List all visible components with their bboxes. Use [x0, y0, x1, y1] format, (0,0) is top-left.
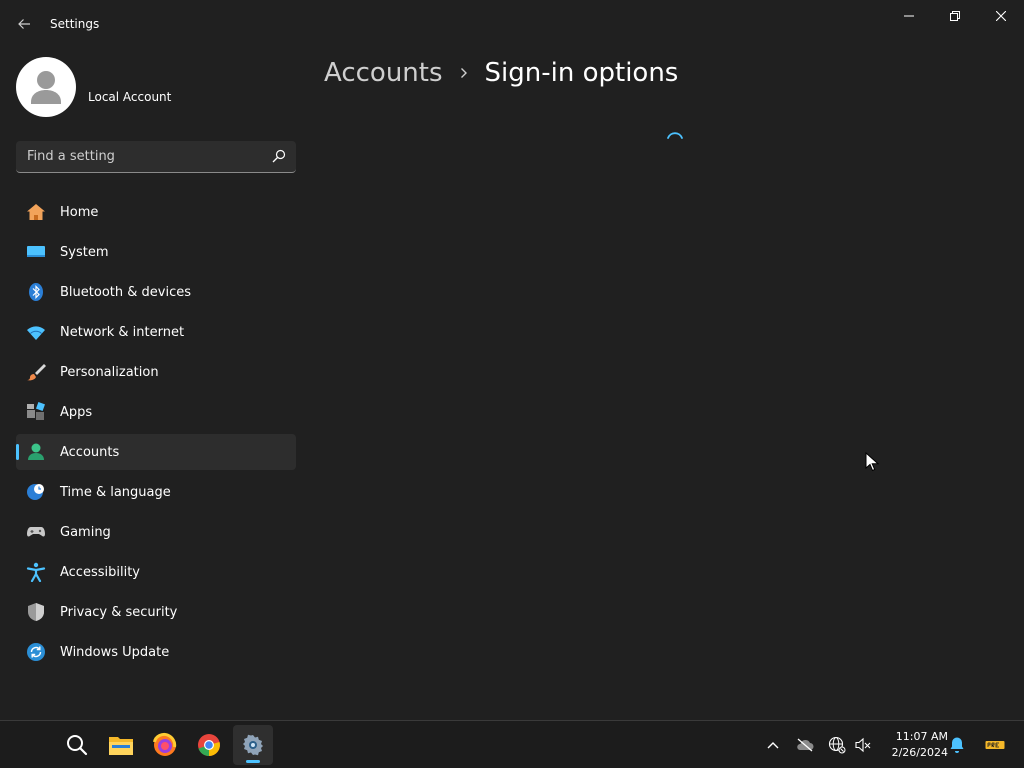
sidebar-item-label: Accessibility: [60, 564, 140, 580]
sidebar: Local Account Home System Bluetooth & de…: [0, 48, 312, 720]
accounts-icon: [26, 442, 46, 462]
wifi-icon: [26, 322, 46, 342]
sidebar-item-personalization[interactable]: Personalization: [16, 354, 296, 390]
page-title: Sign-in options: [484, 58, 679, 88]
update-icon: [26, 642, 46, 662]
sidebar-item-label: Network & internet: [60, 324, 185, 340]
restore-icon: [950, 11, 960, 21]
sidebar-item-accessibility[interactable]: Accessibility: [16, 554, 296, 590]
sidebar-item-label: Privacy & security: [60, 604, 178, 620]
sidebar-item-label: Time & language: [60, 484, 171, 500]
preview-build-badge[interactable]: [984, 721, 1006, 768]
minimize-button[interactable]: [886, 0, 932, 32]
sidebar-item-system[interactable]: System: [16, 234, 296, 270]
sidebar-item-network[interactable]: Network & internet: [16, 314, 296, 350]
taskbar-firefox[interactable]: [145, 725, 185, 765]
network-tray[interactable]: [826, 721, 848, 768]
search-icon[interactable]: [272, 149, 286, 163]
sidebar-item-label: Bluetooth & devices: [60, 284, 191, 300]
sidebar-item-label: Gaming: [60, 524, 111, 540]
sidebar-item-label: Accounts: [60, 444, 120, 460]
title-bar: Settings: [0, 0, 1024, 48]
mouse-cursor-icon: [865, 452, 879, 472]
gamepad-icon: [26, 522, 46, 542]
taskbar-settings[interactable]: [233, 725, 273, 765]
bluetooth-icon: [26, 282, 46, 302]
minimize-icon: [904, 15, 914, 17]
bell-icon: [950, 737, 964, 753]
sidebar-item-label: Home: [60, 204, 99, 220]
apps-icon: [26, 402, 46, 422]
sidebar-item-privacy-security[interactable]: Privacy & security: [16, 594, 296, 630]
sidebar-item-label: Apps: [60, 404, 93, 420]
sidebar-item-windows-update[interactable]: Windows Update: [16, 634, 296, 670]
sidebar-item-gaming[interactable]: Gaming: [16, 514, 296, 550]
search-box[interactable]: [16, 141, 296, 173]
chevron-up-icon: [767, 742, 779, 749]
volume-muted-icon: [855, 737, 871, 753]
loading-spinner-icon: [667, 132, 683, 139]
file-explorer-icon: [109, 737, 133, 755]
search-input[interactable]: [27, 149, 257, 164]
search-icon: [67, 735, 88, 756]
close-icon: [996, 11, 1006, 21]
sidebar-item-bluetooth[interactable]: Bluetooth & devices: [16, 274, 296, 310]
window-controls: [886, 0, 1024, 32]
sidebar-item-label: System: [60, 244, 109, 260]
chevron-right-icon: [459, 67, 469, 79]
show-hidden-icons-button[interactable]: [763, 721, 783, 768]
app-title: Settings: [50, 17, 100, 31]
pre-badge-icon: [985, 741, 1005, 749]
chrome-icon: [198, 734, 220, 757]
taskbar-search-button[interactable]: [57, 725, 97, 765]
sidebar-item-label: Personalization: [60, 364, 159, 380]
clock-date: 2/26/2024: [891, 746, 948, 759]
breadcrumb: Accounts Sign-in options: [324, 58, 678, 88]
shield-icon: [26, 602, 46, 622]
globe-network-icon: [828, 736, 846, 754]
onedrive-tray[interactable]: [794, 721, 816, 768]
home-icon: [26, 202, 46, 222]
brush-icon: [26, 362, 46, 382]
clock-time: 11:07 AM: [895, 730, 948, 743]
close-button[interactable]: [978, 0, 1024, 32]
settings-icon: [243, 734, 263, 756]
sidebar-item-apps[interactable]: Apps: [16, 394, 296, 430]
profile-name: Local Account: [88, 90, 172, 104]
globe-clock-icon: [26, 482, 46, 502]
notifications-button[interactable]: [946, 721, 968, 768]
restore-button[interactable]: [932, 0, 978, 32]
cloud-offline-icon: [797, 738, 814, 752]
volume-tray[interactable]: [852, 721, 874, 768]
sidebar-item-label: Windows Update: [60, 644, 170, 660]
taskbar-clock[interactable]: 11:07 AM 2/26/2024: [878, 729, 948, 761]
sidebar-item-time-language[interactable]: Time & language: [16, 474, 296, 510]
active-app-indicator: [246, 760, 260, 763]
back-arrow-icon: [18, 19, 30, 29]
sidebar-item-accounts[interactable]: Accounts: [16, 434, 296, 470]
avatar[interactable]: [16, 57, 76, 117]
taskbar: 11:07 AM 2/26/2024: [0, 720, 1024, 768]
back-button[interactable]: [12, 12, 36, 36]
firefox-icon: [153, 732, 177, 756]
accessibility-icon: [26, 562, 46, 582]
breadcrumb-parent[interactable]: Accounts: [324, 58, 443, 88]
taskbar-file-explorer[interactable]: [101, 725, 141, 765]
sidebar-item-home[interactable]: Home: [16, 194, 296, 230]
nav-list: Home System Bluetooth & devices Network …: [16, 194, 296, 674]
user-avatar-icon: [31, 71, 61, 104]
user-profile[interactable]: Local Account: [16, 57, 171, 117]
system-icon: [26, 242, 46, 262]
main-content: Accounts Sign-in options: [312, 48, 1024, 720]
taskbar-chrome[interactable]: [189, 725, 229, 765]
